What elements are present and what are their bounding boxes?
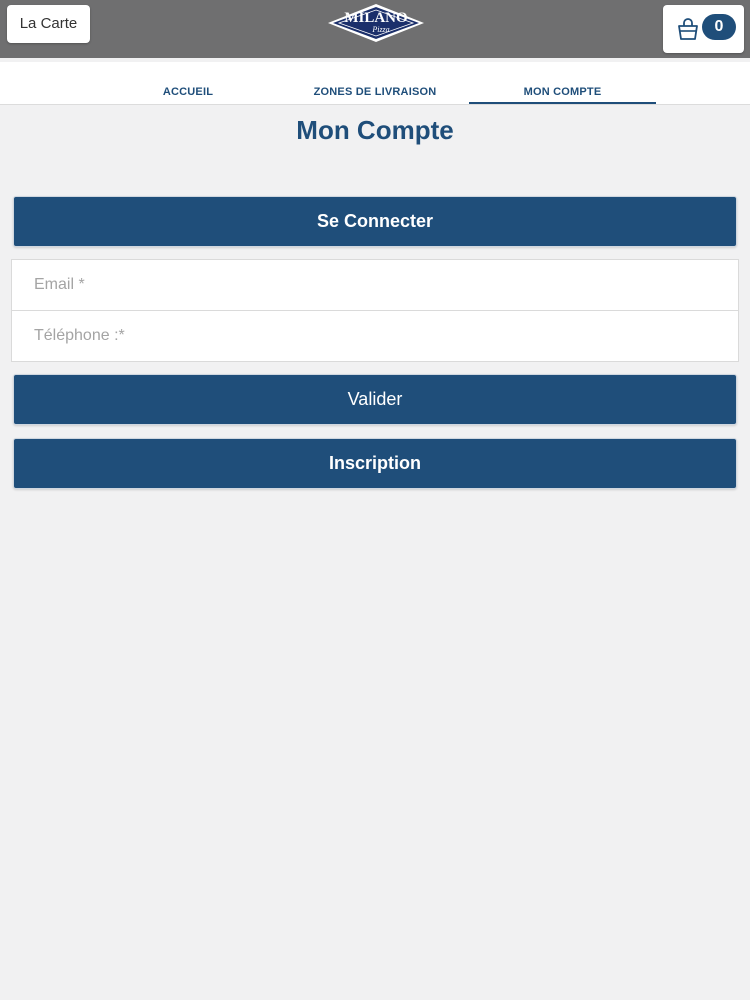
page-title: Mon Compte (296, 115, 454, 145)
milano-pizza-logo[interactable]: MILANO Pizza (327, 3, 425, 43)
cart-button[interactable]: 0 (663, 5, 744, 53)
phone-field-container (11, 310, 739, 362)
email-field-container (11, 259, 739, 311)
signup-button[interactable]: Inscription (13, 438, 737, 489)
connect-button[interactable]: Se Connecter (13, 196, 737, 247)
top-bar: La Carte MILANO Pizza 0 (0, 0, 750, 58)
phone-field[interactable] (12, 311, 738, 361)
menu-button[interactable]: La Carte (7, 5, 90, 43)
logo-brand-text: MILANO (344, 10, 407, 26)
shopping-bag-icon (678, 18, 698, 40)
submit-button[interactable]: Valider (13, 374, 737, 425)
tab-accueil[interactable]: ACCUEIL (120, 62, 256, 104)
email-field[interactable] (12, 260, 738, 310)
tab-mon-compte[interactable]: MON COMPTE (469, 62, 656, 104)
logo-tagline-text: Pizza (371, 25, 389, 34)
cart-count-badge: 0 (702, 14, 736, 40)
tab-zones-de-livraison[interactable]: ZONES DE LIVRAISON (282, 62, 468, 104)
tab-bar: ACCUEIL ZONES DE LIVRAISON MON COMPTE (0, 62, 750, 105)
